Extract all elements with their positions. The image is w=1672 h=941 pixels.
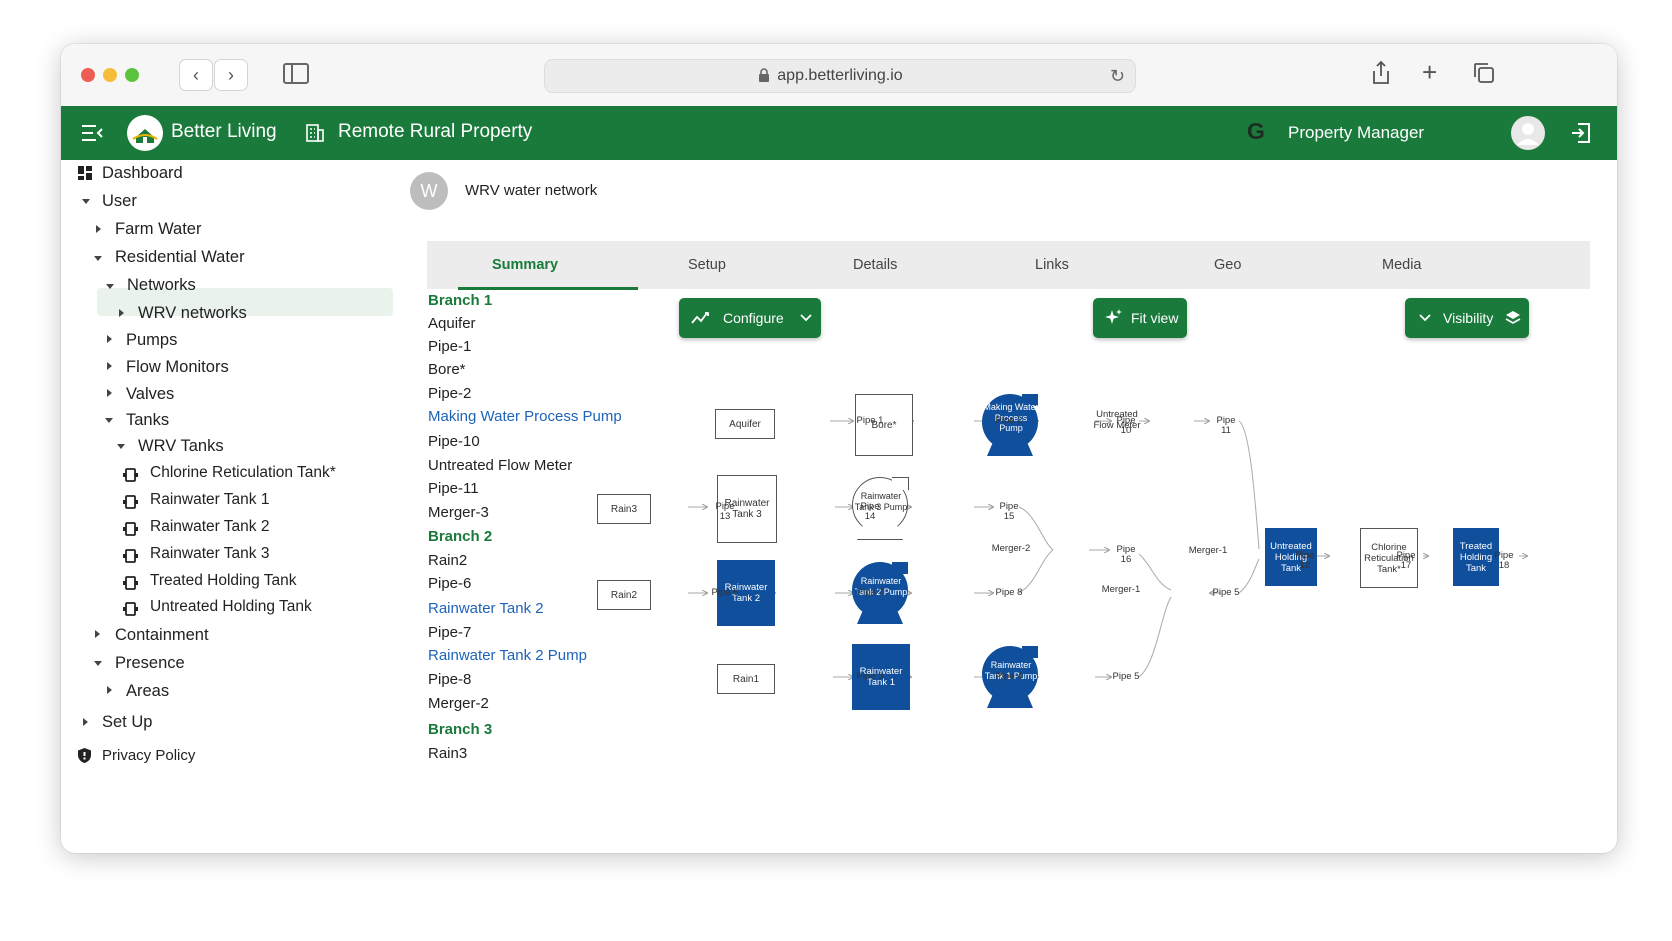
pipe-1[interactable]: Pipe 1 bbox=[855, 416, 885, 426]
node-merger-1[interactable]: Merger-1 bbox=[1188, 545, 1228, 557]
pipe-5-lower[interactable]: Pipe 5 bbox=[1111, 672, 1141, 682]
pipe-2[interactable]: Pipe 2 bbox=[994, 416, 1024, 426]
pipe-18[interactable]: Pipe 18 bbox=[1489, 551, 1519, 571]
pipe-10[interactable]: Pipe 10 bbox=[1111, 416, 1141, 436]
pipe-15[interactable]: Pipe 15 bbox=[994, 502, 1024, 522]
pipe-5-upper[interactable]: Pipe 5 bbox=[1211, 588, 1241, 598]
pipe-14[interactable]: Pipe 14 bbox=[855, 502, 885, 522]
node-rain2[interactable]: Rain2 bbox=[597, 580, 651, 610]
pipe-11[interactable]: Pipe 11 bbox=[1211, 416, 1241, 436]
node-merger-2[interactable]: Merger-2 bbox=[991, 543, 1031, 555]
pipe-16[interactable]: Pipe 16 bbox=[1111, 545, 1141, 565]
pipe-12[interactable]: Pipe 12 bbox=[1290, 551, 1320, 571]
diagram-edges bbox=[688, 44, 1617, 853]
node-merger-1-lower[interactable]: Merger-1 bbox=[1101, 584, 1141, 596]
pipe-13[interactable]: Pipe 13 bbox=[710, 502, 740, 522]
node-rain3[interactable]: Rain3 bbox=[597, 494, 651, 524]
pipe-8[interactable]: Pipe 8 bbox=[994, 588, 1024, 598]
node-rain1[interactable]: Rain1 bbox=[717, 664, 775, 694]
pipe-17[interactable]: Pipe 17 bbox=[1391, 551, 1421, 571]
browser-window: ‹ › app.betterliving.io ↻ + Better Livin… bbox=[61, 44, 1617, 853]
pipe-3[interactable]: Pipe 3 bbox=[855, 672, 885, 682]
node-aquifer[interactable]: Aquifer bbox=[715, 409, 775, 439]
pipe-6[interactable]: Pipe 6 bbox=[710, 588, 740, 598]
pipe-7[interactable]: Pipe 7 bbox=[855, 588, 885, 598]
pipe-4[interactable]: Pipe 4 bbox=[994, 672, 1024, 682]
